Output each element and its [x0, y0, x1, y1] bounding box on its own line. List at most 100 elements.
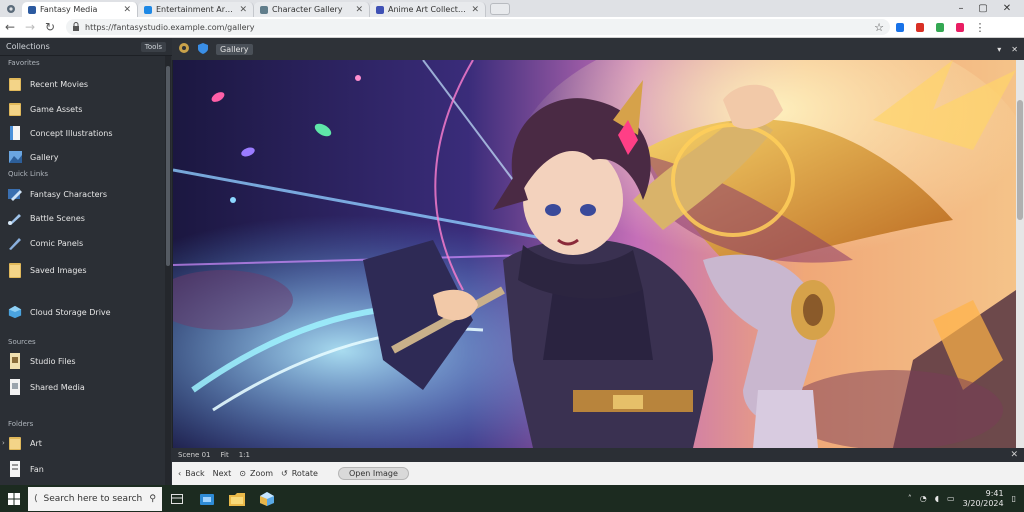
open-image-button[interactable]: Open Image: [337, 467, 409, 480]
browser-menu-icon[interactable]: [0, 0, 22, 17]
sidebar-item-gallery[interactable]: Gallery: [8, 146, 59, 168]
tab-label: Fantasy Media: [40, 5, 98, 14]
next-label: Next: [212, 469, 232, 478]
extension-icon[interactable]: [913, 20, 927, 34]
back-label: Back: [185, 469, 205, 478]
sidebar-item-label: Shared Media: [30, 382, 85, 392]
sidebar-scrollbar-thumb[interactable]: [166, 66, 170, 266]
sidebar-item-label: Game Assets: [30, 104, 83, 114]
tab-close-icon[interactable]: ✕: [239, 5, 247, 15]
sidebar-item-label: Fan: [30, 464, 44, 474]
tab-entertainment[interactable]: Entertainment Archives ✕: [138, 2, 254, 17]
taskbar-app-store-icon[interactable]: [192, 485, 222, 512]
viewer-scrollbar-thumb[interactable]: [1017, 100, 1023, 220]
sidebar-item-game-assets[interactable]: Game Assets: [8, 98, 82, 120]
tab-favicon-icon: [376, 5, 384, 14]
taskbar-search-text: Search here to search: [43, 493, 143, 504]
address-bar[interactable]: https://fantasystudio.example.com/galler…: [66, 19, 890, 35]
folder-icon: [8, 435, 22, 452]
viewer-tab[interactable]: Gallery: [216, 43, 253, 55]
chevron-left-icon: ‹: [178, 469, 182, 478]
task-view-icon[interactable]: [162, 485, 192, 512]
document-icon: [8, 125, 22, 142]
folder-icon: [8, 76, 22, 93]
viewer-toolbar: Gallery ▾ ✕: [172, 38, 1024, 60]
new-tab-button[interactable]: [490, 3, 510, 15]
extension-icon[interactable]: [953, 20, 967, 34]
tab-close-icon[interactable]: ✕: [355, 5, 363, 15]
folder-icon: [8, 101, 22, 118]
taskbar-cube-app-icon[interactable]: [252, 485, 282, 512]
anime-artwork-image: [173, 60, 1016, 448]
zoom-icon: ⊙: [239, 469, 246, 478]
cube-icon: [8, 304, 22, 321]
tab-character-gallery[interactable]: Character Gallery ✕: [254, 2, 370, 17]
close-window-icon[interactable]: ✕: [996, 0, 1018, 17]
chevron-up-icon[interactable]: ˄: [908, 494, 912, 503]
sidebar-item-battle-scenes[interactable]: Battle Scenes: [8, 207, 85, 229]
sidebar-item-label: Art: [30, 438, 42, 448]
sidebar-item-fan[interactable]: Fan: [8, 458, 44, 480]
tab-label: Anime Art Collection: [388, 5, 468, 14]
chevron-down-icon[interactable]: ▾: [997, 45, 1001, 54]
next-button[interactable]: Next: [213, 469, 232, 478]
sidebar-item-comic-panels[interactable]: Comic Panels: [8, 232, 83, 254]
image-canvas[interactable]: [173, 60, 1016, 448]
maximize-icon[interactable]: ▢: [972, 0, 994, 17]
chevron-right-icon[interactable]: ›: [2, 439, 5, 447]
zoom-button[interactable]: ⊙ Zoom: [239, 469, 273, 478]
sidebar-item-concept-illustrations[interactable]: Concept Illustrations: [8, 122, 113, 144]
zoom-label: Zoom: [249, 469, 274, 478]
back-arrow-icon[interactable]: ←: [0, 17, 20, 37]
forward-arrow-icon[interactable]: →: [20, 17, 40, 37]
section-title-sources: Sources: [8, 338, 36, 346]
volume-icon[interactable]: ◖: [935, 494, 939, 503]
viewer-bottom-toolbar: ‹ Back Next ⊙ Zoom ↺ Rotate Open Image: [172, 462, 1024, 485]
taskbar: ⟨ Search here to search ⚲ ˄ ◔ ◖ ▭ 9:41 3…: [0, 485, 1024, 512]
sidebar-item-fantasy-characters[interactable]: Fantasy Characters: [8, 183, 107, 205]
notifications-icon[interactable]: ▯: [1012, 494, 1016, 503]
taskbar-clock[interactable]: 9:41 3/20/2024: [963, 489, 1004, 509]
rotate-button[interactable]: ↺ Rotate: [281, 469, 318, 478]
tab-favicon-icon: [28, 5, 36, 14]
image-icon: [8, 149, 22, 166]
sidebar-item-label: Concept Illustrations: [30, 128, 113, 138]
search-icon: ⚲: [149, 493, 156, 504]
sidebar-item-studio-files[interactable]: Studio Files: [8, 350, 76, 372]
lock-icon: [72, 21, 80, 33]
battery-icon[interactable]: ▭: [947, 494, 955, 503]
status-ratio[interactable]: 1:1: [239, 451, 250, 459]
sidebar-item-recent-movies[interactable]: Recent Movies: [8, 73, 88, 95]
reload-icon[interactable]: ↻: [40, 17, 60, 37]
sidebar-item-saved-images[interactable]: Saved Images: [8, 259, 86, 281]
start-button-icon[interactable]: [0, 485, 28, 512]
back-button[interactable]: ‹ Back: [178, 469, 205, 478]
network-icon[interactable]: ◔: [920, 494, 927, 503]
sidebar-scrollbar[interactable]: [165, 56, 171, 485]
status-close-icon[interactable]: ✕: [1010, 450, 1018, 460]
status-fit[interactable]: Fit: [220, 451, 228, 459]
taskbar-search-input[interactable]: ⟨ Search here to search ⚲: [28, 486, 162, 511]
extension-icon[interactable]: [893, 20, 907, 34]
folder-icon: [8, 262, 22, 279]
tab-fantasy-media[interactable]: Fantasy Media ✕: [22, 2, 138, 17]
search-caret-icon: ⟨: [34, 493, 38, 504]
sidebar-tools-button[interactable]: Tools: [140, 41, 166, 52]
sidebar-title: Collections: [6, 42, 50, 51]
tab-close-icon[interactable]: ✕: [471, 5, 479, 15]
extension-icon[interactable]: [933, 20, 947, 34]
sidebar-item-shared-media[interactable]: Shared Media: [8, 376, 85, 398]
more-menu-icon[interactable]: ⋮: [973, 20, 987, 34]
tab-favicon-icon: [144, 5, 152, 14]
tab-anime-art[interactable]: Anime Art Collection ✕: [370, 2, 486, 17]
sidebar-item-label: Gallery: [30, 152, 59, 162]
bookmark-star-icon[interactable]: ☆: [874, 21, 884, 34]
sidebar-item-art[interactable]: Art: [8, 432, 42, 454]
viewer-close-icon[interactable]: ✕: [1011, 45, 1018, 54]
taskbar-folder-icon[interactable]: [222, 485, 252, 512]
tab-close-icon[interactable]: ✕: [123, 5, 131, 15]
sidebar-item-cloud-storage[interactable]: Cloud Storage Drive: [8, 301, 111, 323]
viewer-scrollbar[interactable]: [1016, 60, 1024, 448]
system-tray: ˄ ◔ ◖ ▭ 9:41 3/20/2024 ▯: [908, 489, 1024, 509]
minimize-icon[interactable]: –: [950, 0, 972, 17]
